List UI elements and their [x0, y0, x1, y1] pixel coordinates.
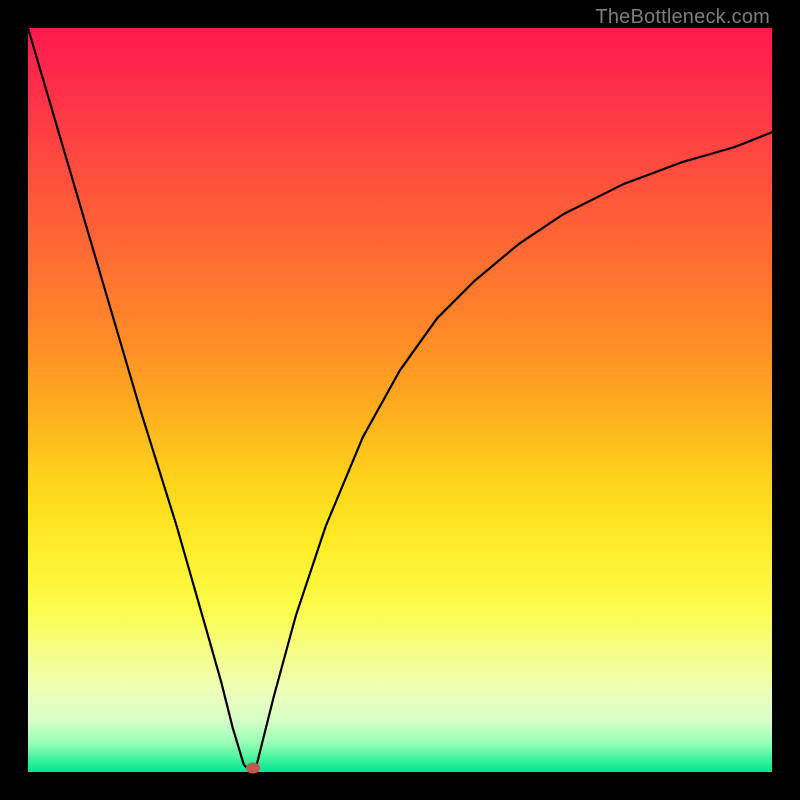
optimal-point-marker — [246, 762, 260, 773]
curve-svg — [28, 28, 772, 772]
chart-plot-area — [28, 28, 772, 772]
watermark-text: TheBottleneck.com — [595, 6, 770, 29]
bottleneck-curve — [28, 28, 772, 772]
